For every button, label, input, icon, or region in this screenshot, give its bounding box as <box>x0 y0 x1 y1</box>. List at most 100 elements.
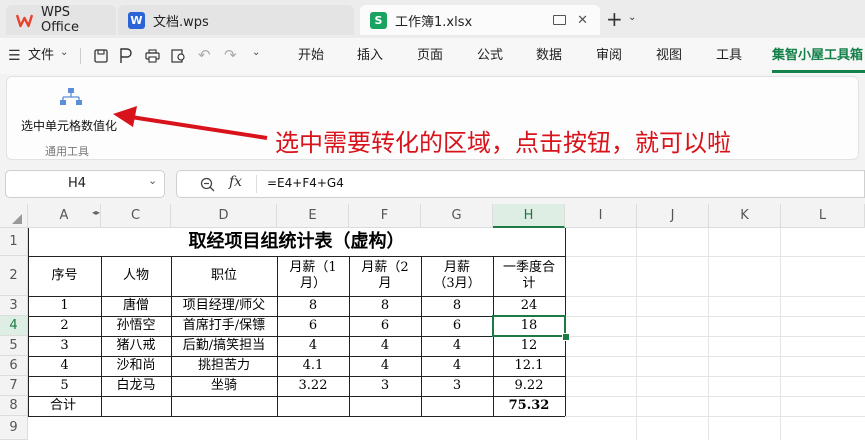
table-cell-q1-total[interactable]: 12 <box>493 336 565 356</box>
column-header-c[interactable]: C <box>101 204 171 228</box>
undo-icon[interactable]: ↶ <box>198 46 211 64</box>
menu-tools[interactable]: 工具 <box>716 38 742 74</box>
table-cell-salary-1[interactable]: 4 <box>277 336 349 356</box>
menu-file[interactable]: 文件 <box>28 38 54 74</box>
menu-view[interactable]: 视图 <box>656 38 682 74</box>
header-cell-salary-3[interactable]: 月薪 （3月） <box>421 256 493 296</box>
header-cell-position[interactable]: 职位 <box>171 256 277 296</box>
table-cell-index[interactable]: 2 <box>28 316 101 336</box>
export-pdf-icon[interactable] <box>118 48 132 64</box>
tab-document[interactable]: W 文档.wps <box>118 5 354 35</box>
close-icon[interactable]: ✕ <box>577 13 588 28</box>
column-header-h[interactable]: H <box>493 204 565 228</box>
print-preview-icon[interactable] <box>171 49 186 63</box>
header-cell-index[interactable]: 序号 <box>28 256 101 296</box>
hidden-columns-icon[interactable]: ◂▸ <box>92 208 100 217</box>
table-cell-q1-total[interactable]: 24 <box>493 296 565 316</box>
chevron-down-icon[interactable]: ⌄ <box>628 12 636 23</box>
table-cell-index[interactable]: 3 <box>28 336 101 356</box>
table-cell-person[interactable]: 沙和尚 <box>101 356 171 376</box>
row-header-3[interactable]: 3 <box>0 296 28 316</box>
chevron-down-icon[interactable]: ⌄ <box>148 174 157 187</box>
header-cell-q1-total[interactable]: 一季度合 计 <box>493 256 565 296</box>
table-cell-salary-3[interactable]: 4 <box>421 356 493 376</box>
row-header-8[interactable]: 8 <box>0 396 28 416</box>
chevron-down-icon[interactable]: ⌄ <box>252 47 260 58</box>
menu-data[interactable]: 数据 <box>536 38 562 74</box>
table-cell-q1-total[interactable]: 9.22 <box>493 376 565 396</box>
column-header-j[interactable]: J <box>637 204 709 228</box>
table-cell-person[interactable]: 猪八戒 <box>101 336 171 356</box>
fill-handle[interactable] <box>562 333 570 341</box>
table-cell-position[interactable]: 坐骑 <box>171 376 277 396</box>
select-all-corner[interactable] <box>0 204 28 228</box>
row-header-4[interactable]: 4 <box>0 316 28 336</box>
table-cell-salary-2[interactable]: 8 <box>349 296 421 316</box>
table-cell-person[interactable]: 白龙马 <box>101 376 171 396</box>
menu-home[interactable]: 开始 <box>298 38 324 74</box>
spreadsheet-grid[interactable]: A ◂▸ C D E F G H I J K L 1 2 3 4 5 6 7 8… <box>0 204 865 440</box>
monitor-icon[interactable] <box>553 15 566 25</box>
tab-wps-office[interactable]: WPS Office <box>6 5 116 35</box>
print-icon[interactable] <box>145 49 160 63</box>
column-header-l[interactable]: L <box>781 204 865 228</box>
save-icon[interactable] <box>94 49 108 63</box>
name-box[interactable]: H4 ⌄ <box>5 170 165 198</box>
redo-icon[interactable]: ↷ <box>224 46 237 64</box>
column-header-d[interactable]: D <box>171 204 277 228</box>
row-header-5[interactable]: 5 <box>0 336 28 356</box>
table-cell-salary-2[interactable]: 4 <box>349 356 421 376</box>
table-cell-index[interactable]: 1 <box>28 296 101 316</box>
row-header-7[interactable]: 7 <box>0 376 28 396</box>
menu-formula[interactable]: 公式 <box>477 38 503 74</box>
table-cell-person[interactable]: 孙悟空 <box>101 316 171 336</box>
new-tab-plus-icon[interactable]: + <box>606 7 623 31</box>
menu-insert[interactable]: 插入 <box>357 38 383 74</box>
total-value-cell[interactable]: 75.32 <box>493 396 565 416</box>
numeric-convert-button[interactable]: 选中单元格数值化 <box>21 117 117 134</box>
header-cell-person[interactable]: 人物 <box>101 256 171 296</box>
table-cell-salary-1[interactable]: 3.22 <box>277 376 349 396</box>
table-cell-salary-1[interactable]: 4.1 <box>277 356 349 376</box>
table-cell-position[interactable]: 项目经理/师父 <box>171 296 277 316</box>
menu-review[interactable]: 审阅 <box>596 38 622 74</box>
formula-input[interactable]: fx =E4+F4+G4 <box>176 170 865 198</box>
row-header-1[interactable]: 1 <box>0 228 28 256</box>
column-header-k[interactable]: K <box>709 204 781 228</box>
column-header-i[interactable]: I <box>565 204 637 228</box>
table-cell-index[interactable]: 4 <box>28 356 101 376</box>
table-cell-position[interactable]: 挑担苦力 <box>171 356 277 376</box>
zoom-icon[interactable] <box>200 177 215 192</box>
row-header-6[interactable]: 6 <box>0 356 28 376</box>
table-cell-index[interactable]: 5 <box>28 376 101 396</box>
chevron-down-icon[interactable]: ⌄ <box>60 47 68 58</box>
table-cell-salary-3[interactable]: 6 <box>421 316 493 336</box>
function-icon[interactable]: fx <box>229 174 242 190</box>
table-cell-salary-2[interactable]: 4 <box>349 336 421 356</box>
table-cell-person[interactable]: 唐僧 <box>101 296 171 316</box>
table-cell-salary-3[interactable]: 8 <box>421 296 493 316</box>
table-cell-salary-2[interactable]: 6 <box>349 316 421 336</box>
table-cell-position[interactable]: 首席打手/保镖 <box>171 316 277 336</box>
table-cell-position[interactable]: 后勤/搞笑担当 <box>171 336 277 356</box>
column-header-f[interactable]: F <box>349 204 421 228</box>
row-header-2[interactable]: 2 <box>0 256 28 296</box>
column-header-a[interactable]: A <box>28 204 101 228</box>
menu-page[interactable]: 页面 <box>417 38 443 74</box>
table-cell-salary-1[interactable]: 8 <box>277 296 349 316</box>
total-label-cell[interactable]: 合计 <box>28 396 101 416</box>
column-header-g[interactable]: G <box>421 204 493 228</box>
table-cell-salary-3[interactable]: 3 <box>421 376 493 396</box>
table-cell-salary-2[interactable]: 3 <box>349 376 421 396</box>
table-cell-q1-total[interactable]: 12.1 <box>493 356 565 376</box>
table-cell-salary-3[interactable]: 4 <box>421 336 493 356</box>
header-cell-salary-2[interactable]: 月薪（2 月 <box>349 256 421 296</box>
menu-jizhi-toolbox[interactable]: 集智小屋工具箱 <box>772 38 863 74</box>
hamburger-menu-icon[interactable]: ☰ <box>8 48 21 64</box>
table-cell-salary-1[interactable]: 6 <box>277 316 349 336</box>
tab-workbook[interactable]: S 工作簿1.xlsx ✕ <box>360 5 600 35</box>
header-cell-salary-1[interactable]: 月薪（1 月） <box>277 256 349 296</box>
row-header-9[interactable]: 9 <box>0 416 28 440</box>
column-header-e[interactable]: E <box>277 204 349 228</box>
table-title[interactable]: 取经项目组统计表（虚构） <box>28 228 565 256</box>
